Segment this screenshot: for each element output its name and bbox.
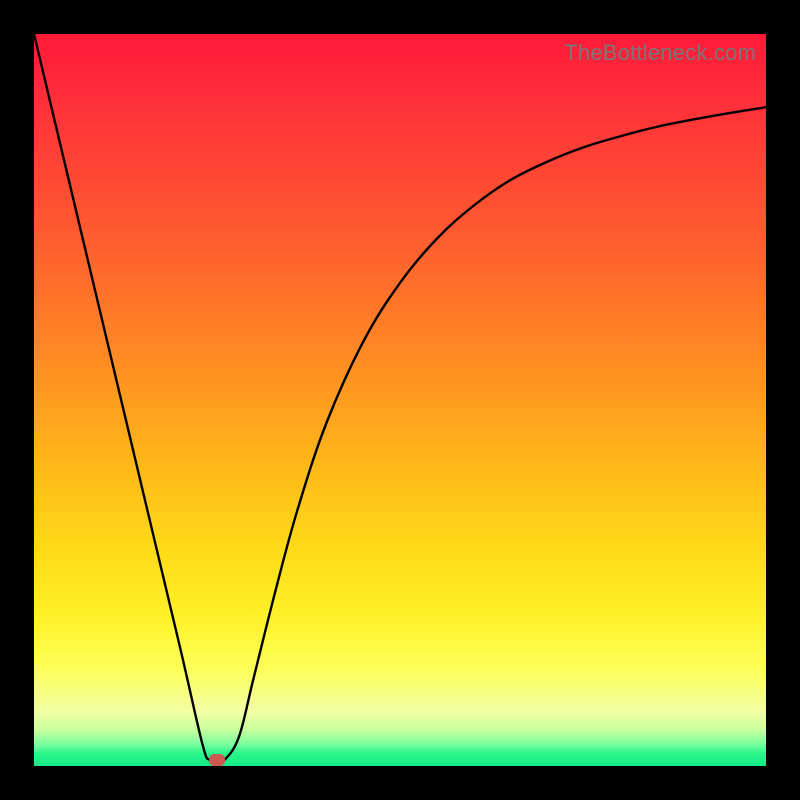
minimum-marker — [209, 754, 225, 766]
bottleneck-curve-path — [34, 34, 766, 762]
curve-svg — [34, 34, 766, 766]
plot-area: TheBottleneck.com — [34, 34, 766, 766]
chart-frame: TheBottleneck.com — [0, 0, 800, 800]
